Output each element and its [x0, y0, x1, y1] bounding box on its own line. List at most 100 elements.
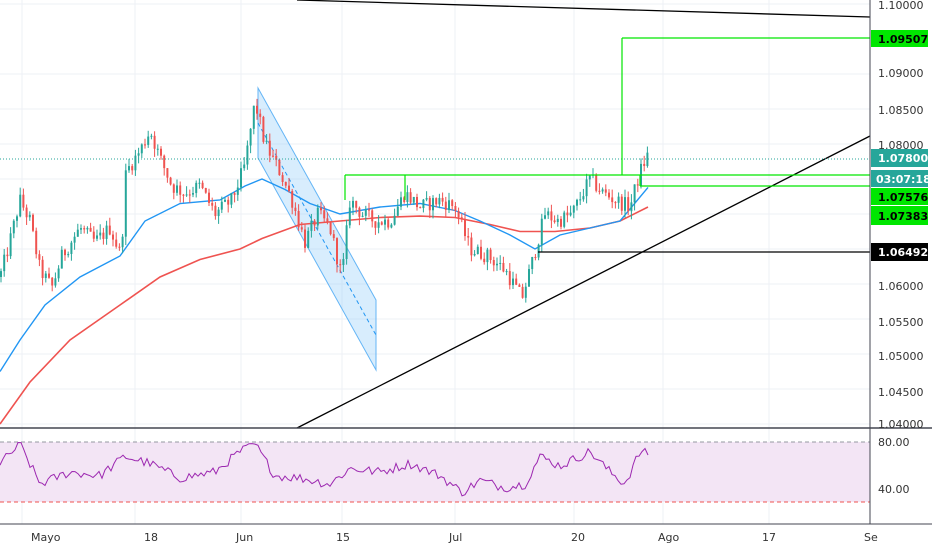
price-tag-resistance: 1.07576 — [871, 188, 928, 205]
candle-body — [457, 210, 460, 218]
price-tag-label: 1.07800 — [878, 152, 928, 165]
candle-body — [540, 218, 543, 245]
candle-body — [576, 199, 578, 206]
candle-body — [144, 144, 146, 146]
candle-body — [486, 249, 489, 263]
candle-body — [83, 228, 86, 230]
candle-body — [566, 212, 569, 216]
candle-body — [633, 184, 636, 203]
candle-body — [419, 207, 422, 209]
forex-chart[interactable]: 1.10000 1.09000 1.08500 1.08000 1.06000 … — [0, 0, 932, 550]
candle-body — [390, 224, 393, 228]
candle-body — [355, 200, 358, 208]
candle-body — [499, 262, 502, 264]
candle-body — [227, 199, 230, 205]
candle-body — [99, 232, 102, 236]
price-tag-label: 1.07383 — [878, 210, 928, 223]
candle-body — [172, 184, 175, 193]
candle-body — [252, 105, 255, 129]
candle-body — [9, 233, 12, 257]
candle-body — [35, 230, 38, 255]
rsi-tick-label: 80.00 — [878, 436, 910, 449]
candle-body — [534, 257, 537, 259]
candle-body — [313, 220, 316, 226]
candle-body — [422, 199, 425, 209]
candle-body — [70, 242, 73, 254]
candle-body — [217, 209, 220, 217]
candle-body — [185, 194, 188, 196]
candle-body — [134, 155, 137, 171]
candle-body — [595, 174, 598, 191]
candle-body — [454, 206, 457, 211]
candle-body — [147, 136, 150, 145]
candle-body — [179, 185, 182, 195]
candle-body — [198, 182, 201, 184]
candle-body — [377, 222, 380, 228]
candle-body — [636, 184, 639, 186]
candle-body — [115, 239, 118, 247]
candle-body — [396, 206, 399, 216]
candle-body — [387, 219, 390, 228]
candle-body — [268, 140, 271, 156]
candle-body — [12, 220, 15, 234]
candle-body — [316, 207, 319, 226]
candle-body — [60, 249, 63, 269]
candle-body — [272, 155, 274, 157]
candle-body — [620, 196, 623, 211]
candle-body — [182, 194, 185, 196]
candle-body — [188, 194, 191, 196]
candle-body — [512, 278, 514, 286]
candle-body — [57, 268, 60, 279]
candle-body — [96, 235, 98, 239]
candle-body — [345, 225, 348, 260]
candle-body — [531, 257, 534, 270]
candle-body — [204, 188, 207, 193]
candle-body — [400, 197, 402, 207]
candle-body — [441, 197, 444, 202]
candle-body — [624, 197, 626, 211]
candle-body — [262, 116, 265, 142]
candle-body — [259, 113, 262, 117]
rsi-tick-label: 40.00 — [878, 483, 910, 496]
candle-body — [128, 166, 130, 171]
candle-body — [224, 199, 226, 202]
candle-body — [467, 236, 470, 238]
y-tick-label: 1.08500 — [878, 104, 924, 117]
y-tick-label: 1.04000 — [878, 418, 924, 431]
candle-body — [284, 181, 287, 186]
candle-body — [156, 148, 159, 150]
candle-body — [524, 286, 527, 298]
price-tag-label: 1.06492 — [878, 246, 928, 259]
y-tick-label: 1.05000 — [878, 350, 924, 363]
candle-body — [25, 207, 28, 218]
candle-body — [563, 212, 566, 227]
candle-body — [560, 218, 562, 227]
x-tick-label: Ago — [658, 531, 680, 544]
candle-body — [124, 170, 127, 237]
candle-body — [451, 200, 454, 207]
y-tick-label: 1.06000 — [878, 280, 924, 293]
candle-body — [380, 222, 383, 225]
price-tag-current: 1.07800 — [871, 149, 928, 167]
candle-body — [288, 185, 290, 192]
price-tag-support: 1.07383 — [871, 206, 928, 225]
candle-body — [361, 215, 364, 217]
candle-body — [608, 192, 610, 198]
candle-body — [614, 202, 617, 204]
candle-body — [342, 259, 345, 265]
candle-body — [428, 197, 431, 211]
candle-body — [48, 273, 50, 278]
candle-body — [588, 175, 591, 180]
countdown-tag: 03:07:18 — [871, 170, 931, 187]
rsi-band-fill — [0, 442, 870, 502]
candle-body — [310, 220, 313, 231]
candle-body — [240, 168, 242, 188]
x-tick-label: Jul — [448, 531, 462, 544]
candle-body — [54, 278, 57, 286]
candle-body — [22, 194, 25, 208]
candle-body — [521, 286, 524, 298]
candle-body — [627, 197, 630, 212]
candle-body — [137, 153, 140, 156]
chart-canvas[interactable]: 1.10000 1.09000 1.08500 1.08000 1.06000 … — [0, 0, 932, 550]
candle-body — [412, 196, 415, 203]
